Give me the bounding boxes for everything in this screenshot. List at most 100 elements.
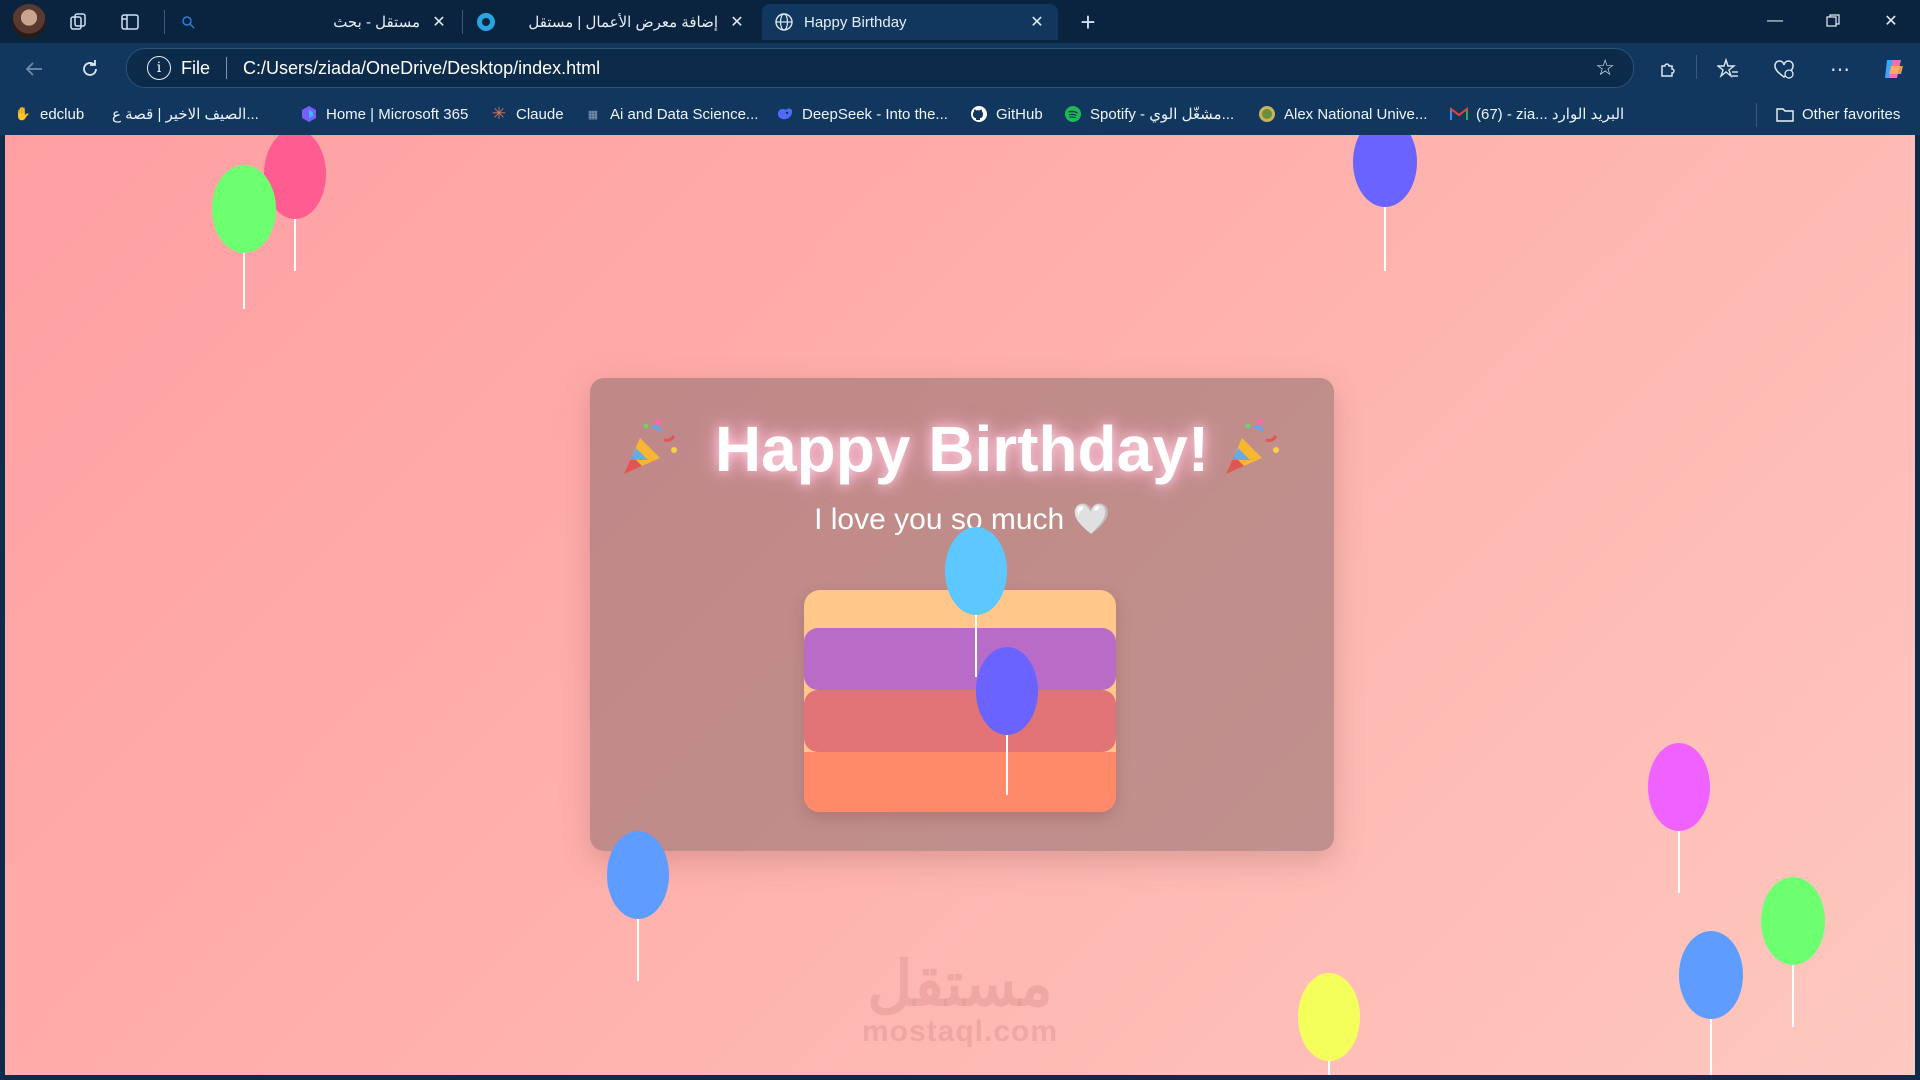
tab-strip: مستقل - بحث ✕ إضافة معرض الأعمال | مستقل…: [0, 0, 1920, 43]
close-window-icon[interactable]: ✕: [1868, 6, 1914, 36]
balloon-string: [1710, 1019, 1712, 1075]
m365-icon: [300, 105, 318, 123]
balloon-bulb: [1648, 743, 1710, 831]
close-icon[interactable]: ✕: [430, 12, 448, 32]
balloon-bulb: [1679, 931, 1743, 1019]
other-favorites-label: Other favorites: [1802, 105, 1901, 123]
favorite-label: Home | Microsoft 365: [326, 105, 469, 123]
favorite-label: Spotify - مشغّل الوي...: [1090, 106, 1235, 123]
balloon-bulb: [945, 527, 1007, 615]
favorite-label: الصيف الاخير | قصة ع...: [112, 106, 259, 123]
favorite-summer-story[interactable]: الصيف الاخير | قصة ع...: [112, 103, 259, 125]
balloon-string: [1006, 735, 1008, 795]
restore-icon[interactable]: [1810, 6, 1856, 36]
favorite-label: GitHub: [996, 105, 1043, 123]
balloon-bulb: [1761, 877, 1825, 965]
balloon-string: [1678, 831, 1680, 893]
new-tab-icon[interactable]: +: [1074, 7, 1102, 37]
globe-icon: [774, 12, 794, 32]
cake-layer-red: [804, 690, 1116, 752]
claude-icon: ✳: [491, 104, 507, 123]
tab-title: Happy Birthday: [804, 13, 907, 31]
github-icon: [970, 105, 988, 123]
favorite-github[interactable]: GitHub: [970, 103, 1043, 125]
favorite-label: (67) - zia... البريد الوارد: [1476, 106, 1625, 123]
favorites-bar: ✋ edclub الصيف الاخير | قصة ع... Home | …: [0, 93, 1920, 135]
favorite-edclub[interactable]: ✋ edclub: [14, 103, 84, 125]
refresh-icon[interactable]: [74, 53, 106, 85]
birthday-card: Happy Birthday! I love you so much 🤍: [590, 378, 1334, 851]
favorite-label: Ai and Data Science...: [610, 105, 759, 123]
cake-layer-purple: [804, 628, 1116, 690]
favorite-label: Claude: [516, 105, 564, 123]
balloon-string: [1384, 207, 1386, 271]
balloon-string: [243, 253, 245, 309]
tab-mostaql-search[interactable]: مستقل - بحث ✕: [166, 4, 460, 40]
balloon-bulb: [1353, 135, 1417, 207]
favorite-spotify[interactable]: Spotify - مشغّل الوي...: [1064, 103, 1234, 125]
back-arrow-icon[interactable]: [18, 53, 50, 85]
balloon-string: [637, 919, 639, 981]
watermark-arabic: مستقل: [867, 950, 1053, 1019]
page-viewport: Happy Birthday! I love you so much 🤍 مست…: [5, 135, 1915, 1075]
balloon-string: [294, 219, 296, 271]
address-bar[interactable]: i File C:/Users/ziada/OneDrive/Desktop/i…: [126, 48, 1634, 88]
balloon-bulb: [607, 831, 669, 919]
favorite-microsoft-365[interactable]: Home | Microsoft 365: [300, 103, 468, 125]
favorite-alex-national-university[interactable]: Alex National Unive...: [1258, 103, 1427, 125]
spotify-icon: [1064, 105, 1082, 123]
favorite-deepseek[interactable]: DeepSeek - Into the...: [776, 103, 948, 125]
cake: [804, 590, 1116, 812]
navigation-bar: i File C:/Users/ziada/OneDrive/Desktop/i…: [0, 43, 1920, 93]
close-icon[interactable]: ✕: [1028, 12, 1046, 32]
mostaql-logo-icon: [476, 12, 496, 32]
university-icon: [1258, 105, 1276, 123]
tab-separator: [164, 10, 165, 34]
party-popper-icon: [1220, 416, 1284, 480]
balloon-string: [1328, 1061, 1330, 1075]
search-icon: [178, 12, 198, 32]
folder-icon: [1776, 105, 1794, 123]
favorite-gmail-inbox[interactable]: (67) - zia... البريد الوارد: [1450, 103, 1624, 125]
close-icon[interactable]: ✕: [728, 12, 746, 32]
hand-icon: ✋: [14, 106, 32, 121]
favorite-claude[interactable]: ✳ Claude: [490, 103, 564, 125]
course-icon: ▦: [587, 108, 599, 121]
favorite-ai-data-science[interactable]: ▦ Ai and Data Science...: [584, 103, 759, 125]
favorite-label: edclub: [40, 105, 85, 123]
watermark-url: mostaql.com: [861, 1015, 1059, 1048]
favorite-star-icon[interactable]: ☆: [1595, 55, 1615, 81]
favorite-label: Alex National Unive...: [1284, 105, 1428, 123]
more-options-icon[interactable]: ⋯: [1824, 53, 1856, 85]
gmail-icon: [1450, 105, 1468, 123]
balloon-string: [975, 615, 977, 677]
copilot-icon[interactable]: [1878, 53, 1910, 85]
url-divider: [226, 57, 228, 79]
workspaces-icon[interactable]: [64, 8, 92, 36]
deepseek-icon: [776, 105, 794, 123]
url-scheme: File: [181, 57, 211, 78]
balloon-string: [1792, 965, 1794, 1027]
browser-essentials-icon[interactable]: [1768, 53, 1800, 85]
tab-separator: [462, 10, 463, 34]
balloon-bulb: [1298, 973, 1360, 1061]
cake-layer-orange: [804, 752, 1116, 812]
vertical-tabs-icon[interactable]: [116, 8, 144, 36]
balloon-bulb: [976, 647, 1038, 735]
tab-title: مستقل - بحث: [333, 14, 420, 31]
mostaql-watermark: مستقل mostaql.com: [840, 950, 1080, 1049]
tab-title: إضافة معرض الأعمال | مستقل: [528, 14, 718, 31]
other-favorites[interactable]: Other favorites: [1776, 103, 1900, 125]
extensions-icon[interactable]: [1652, 53, 1684, 85]
url-text[interactable]: C:/Users/ziada/OneDrive/Desktop/index.ht…: [243, 58, 1595, 79]
balloon-bulb: [212, 165, 276, 253]
minimize-icon[interactable]: —: [1752, 6, 1798, 36]
favorites-icon[interactable]: [1712, 53, 1744, 85]
profile-avatar[interactable]: [12, 4, 46, 38]
tab-happy-birthday[interactable]: Happy Birthday ✕: [762, 4, 1058, 40]
favorites-separator: [1756, 103, 1757, 127]
info-icon[interactable]: i: [147, 56, 171, 80]
tab-mostaql-portfolio[interactable]: إضافة معرض الأعمال | مستقل ✕: [464, 4, 758, 40]
favorite-label: DeepSeek - Into the...: [802, 105, 948, 123]
toolbar-separator: [1696, 55, 1697, 79]
